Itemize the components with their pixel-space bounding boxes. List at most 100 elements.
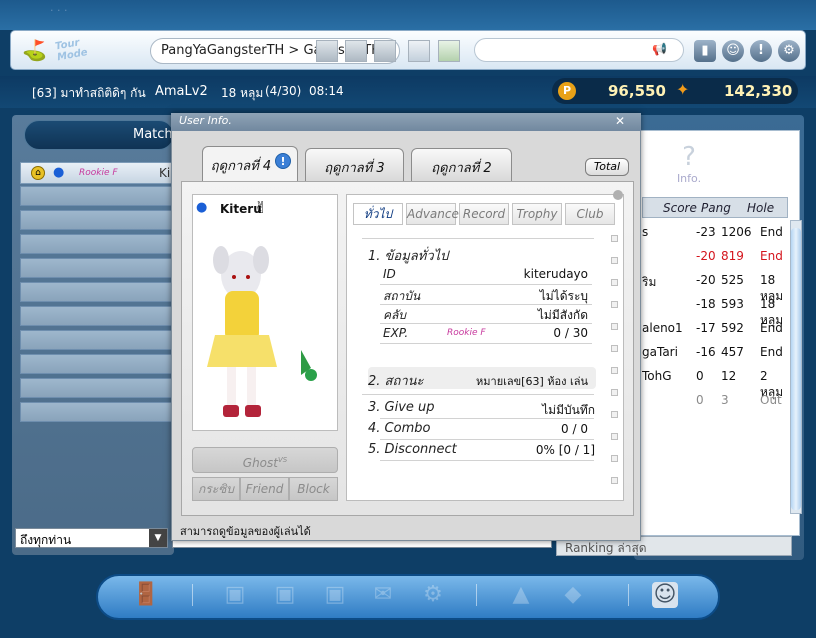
player-row[interactable] <box>20 282 174 302</box>
score-name: TohG <box>642 369 672 383</box>
player-row[interactable] <box>20 378 174 398</box>
settings-icon[interactable]: ⚙ <box>420 582 446 608</box>
field-value: kiterudayo <box>523 267 588 281</box>
score-row[interactable]: 0 3 Out <box>642 390 792 412</box>
score-row[interactable]: -20 819 End <box>642 246 792 268</box>
divider <box>476 584 477 606</box>
friends-icon[interactable]: ☺ <box>722 40 744 62</box>
checkbox <box>611 433 618 440</box>
header-score: Score <box>663 201 697 215</box>
home-icon: ⌂ <box>31 166 45 180</box>
checkbox <box>611 323 618 330</box>
room-thumb-icon[interactable] <box>316 40 338 62</box>
locker-icon[interactable]: ▣ <box>322 582 348 608</box>
divider <box>362 394 594 395</box>
tournament-icon[interactable]: ◆ <box>560 582 586 608</box>
section-general: 1. ข้อมูลทั่วไป <box>368 249 449 264</box>
tab-label: ฤดูกาลที่ 4 <box>210 159 272 174</box>
exp-value: 0 / 30 <box>553 326 588 340</box>
tab-record[interactable]: Record <box>459 203 509 225</box>
invite-icon[interactable]: ▲ <box>508 582 534 608</box>
ghost-sup: VS <box>277 456 288 464</box>
divider <box>192 584 193 606</box>
player-row[interactable] <box>20 258 174 278</box>
alert-icon: ! <box>275 153 291 169</box>
score-row[interactable]: aleno1 -17 592 End <box>642 318 792 340</box>
tab-club[interactable]: Club <box>565 203 615 225</box>
chat-target-select[interactable]: ถึงทุกท่าน ▼ <box>15 528 168 548</box>
close-icon[interactable]: ✕ <box>610 114 630 129</box>
shop-icon[interactable]: ▣ <box>222 582 248 608</box>
chevron-down-icon[interactable]: ▼ <box>149 529 167 547</box>
player-row[interactable] <box>20 330 174 350</box>
score-pang: 3 <box>721 393 729 407</box>
combo-value: 0 / 0 <box>561 422 588 436</box>
blue-drop-icon: ● <box>53 165 65 180</box>
score-pang: 457 <box>721 345 744 359</box>
dialog-title: User Info. <box>171 113 641 131</box>
match-label: Match <box>133 127 173 142</box>
player-row[interactable] <box>20 402 174 422</box>
block-button[interactable]: Block <box>289 477 338 501</box>
cards-icon[interactable]: ▮ <box>694 40 716 62</box>
tab-trophy[interactable]: Trophy <box>512 203 562 225</box>
score-score: -20 <box>696 273 716 287</box>
scrollbar-knob[interactable] <box>613 190 623 200</box>
score-hole: Out <box>760 393 782 407</box>
checkbox <box>611 279 618 286</box>
peace-hand-icon: ✌ <box>254 198 268 217</box>
player-row[interactable] <box>20 306 174 326</box>
total-button[interactable]: Total <box>585 158 629 176</box>
player-row[interactable] <box>20 354 174 374</box>
section-status: 2. สถานะ <box>368 374 424 389</box>
tab-season-3[interactable]: ฤดูกาลที่ 3 <box>305 148 404 181</box>
tab-general[interactable]: ทั่วไป <box>353 203 403 225</box>
score-score: -20 <box>696 249 716 263</box>
tab-season-2[interactable]: ฤดูกาลที่ 2 <box>411 148 512 181</box>
score-row[interactable]: TohG 0 12 2 หลุม <box>642 366 792 399</box>
room-thumb-icon[interactable] <box>374 40 396 62</box>
emote-icon[interactable]: ☺ <box>652 582 678 608</box>
score-header: Score Pang Hole <box>642 197 788 218</box>
avatar-thumb-icon[interactable] <box>408 40 430 62</box>
score-row[interactable]: ริม -20 525 18 หลุม <box>642 270 792 303</box>
exit-door-icon[interactable]: 🚪 <box>132 582 159 608</box>
player-row[interactable]: ⌂ ● Rookie F Ki <box>20 162 174 184</box>
bottom-bar <box>96 574 720 620</box>
friend-button[interactable]: Friend <box>240 477 289 501</box>
chat-target-value: ถึงทุกท่าน <box>20 533 72 547</box>
player-row[interactable] <box>20 210 174 230</box>
help-icon[interactable]: ! <box>750 40 772 62</box>
score-row[interactable]: s -23 1206 End <box>642 222 792 244</box>
mail-icon[interactable]: ✉ <box>370 582 396 608</box>
score-name: s <box>642 225 649 239</box>
avatar-thumb-icon[interactable] <box>438 40 460 62</box>
disconnect-value: 0% [0 / 1] <box>535 443 595 457</box>
dialog-footer: สามารถดูข้อมูลของผู้เล่นได้ <box>180 525 311 538</box>
info-icon[interactable]: ? Info. <box>672 142 706 186</box>
guild-button[interactable]: กระซิบ <box>192 477 240 501</box>
character-figure <box>207 246 317 417</box>
score-hole: End <box>760 345 783 359</box>
divider <box>380 323 592 324</box>
player-row[interactable] <box>20 234 174 254</box>
player-row[interactable] <box>20 186 174 206</box>
score-row[interactable]: -18 593 18 หลุม <box>642 294 792 327</box>
score-row[interactable]: gaTari -16 457 End <box>642 342 792 364</box>
divider <box>362 238 594 239</box>
top-strip-text: · · · <box>50 4 68 17</box>
checkbox <box>611 257 618 264</box>
megaphone-icon[interactable]: 📢 <box>652 42 667 56</box>
top-strip: · · · <box>0 0 816 30</box>
score-hole: End <box>760 225 783 239</box>
checkbox <box>611 367 618 374</box>
score-pang: 593 <box>721 297 744 311</box>
divider <box>380 284 592 285</box>
scrollbar-thumb[interactable] <box>791 228 801 510</box>
ghost-vs-button[interactable]: GhostVS <box>192 447 338 473</box>
tab-advance[interactable]: Advance <box>406 203 459 225</box>
room-thumb-icon[interactable] <box>345 40 367 62</box>
inventory-icon[interactable]: ▣ <box>272 582 298 608</box>
gear-icon[interactable]: ⚙ <box>778 40 800 62</box>
blue-drop-icon: ● <box>196 200 208 215</box>
